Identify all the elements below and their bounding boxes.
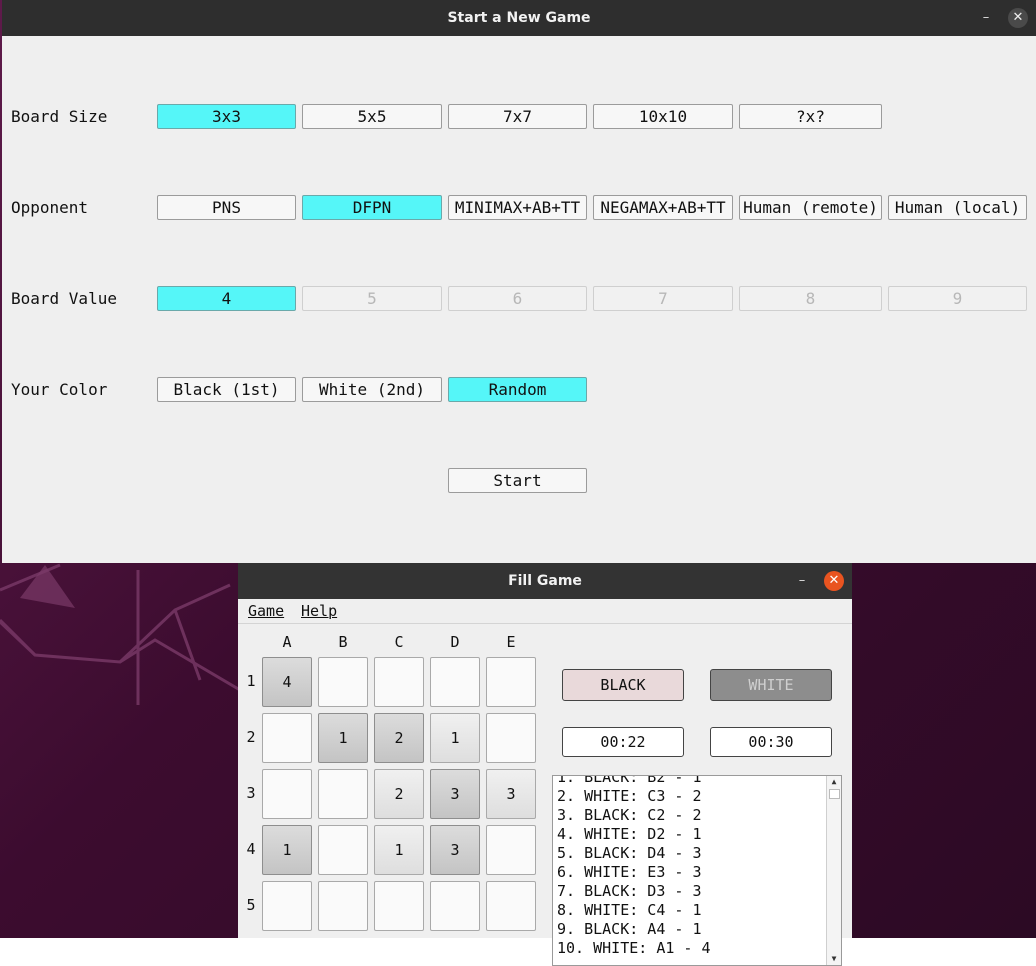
row-header: 4 bbox=[246, 840, 256, 858]
move-entry: 2. WHITE: C3 - 2 bbox=[557, 787, 702, 805]
board-cell-A2[interactable] bbox=[262, 713, 312, 763]
column-header: A bbox=[282, 633, 292, 651]
board-cell-B2[interactable]: 1 bbox=[318, 713, 368, 763]
move-log-scrollbar[interactable]: ▲ ▼ bbox=[826, 776, 841, 965]
opponent-option-2[interactable]: MINIMAX+AB+TT bbox=[448, 195, 587, 220]
window-title: Start a New Game bbox=[447, 10, 591, 26]
move-log[interactable]: 1. BLACK: B2 - 1 2. WHITE: C3 - 2 3. BLACK… bbox=[552, 775, 842, 966]
board-cell-E3[interactable]: 3 bbox=[486, 769, 536, 819]
your-color-option-1[interactable]: White (2nd) bbox=[302, 377, 442, 402]
your-color-option-0[interactable]: Black (1st) bbox=[157, 377, 296, 402]
board-cell-A1[interactable]: 4 bbox=[262, 657, 312, 707]
start-button[interactable]: Start bbox=[448, 468, 587, 493]
black-player-indicator: BLACK bbox=[562, 669, 684, 701]
board-cell-B5[interactable] bbox=[318, 881, 368, 931]
board-value-option-3: 7 bbox=[593, 286, 733, 311]
white-player-indicator: WHITE bbox=[710, 669, 832, 701]
board-value-option-1: 5 bbox=[302, 286, 442, 311]
move-entry: 3. BLACK: C2 - 2 bbox=[557, 806, 702, 824]
close-button[interactable]: ✕ bbox=[1008, 8, 1028, 28]
board-cell-B3[interactable] bbox=[318, 769, 368, 819]
board-value-option-5: 9 bbox=[888, 286, 1027, 311]
menu-game[interactable]: Game bbox=[248, 602, 284, 620]
board-size-option-0[interactable]: 3x3 bbox=[157, 104, 296, 129]
opponent-option-3[interactable]: NEGAMAX+AB+TT bbox=[593, 195, 733, 220]
window-title: Fill Game bbox=[508, 573, 582, 589]
move-entry: 7. BLACK: D3 - 3 bbox=[557, 882, 702, 900]
board-cell-E4[interactable] bbox=[486, 825, 536, 875]
move-list: 1. BLACK: B2 - 1 2. WHITE: C3 - 2 3. BLACK… bbox=[557, 775, 711, 958]
fill-game-body: Game Help ABCDE142121323341135 BLACK WHI… bbox=[238, 599, 852, 966]
board-cell-E2[interactable] bbox=[486, 713, 536, 763]
move-entry: 8. WHITE: C4 - 1 bbox=[557, 901, 702, 919]
new-game-window: Start a New Game – ✕ Board Size Opponent… bbox=[2, 0, 1036, 563]
board-cell-C1[interactable] bbox=[374, 657, 424, 707]
board-size-option-3[interactable]: 10x10 bbox=[593, 104, 733, 129]
board-value-option-4: 8 bbox=[739, 286, 882, 311]
scroll-up-arrow-icon[interactable]: ▲ bbox=[827, 776, 841, 788]
move-entry: 9. BLACK: A4 - 1 bbox=[557, 920, 702, 938]
title-bar: Fill Game – ✕ bbox=[238, 563, 852, 599]
board-cell-C5[interactable] bbox=[374, 881, 424, 931]
your-color-option-2[interactable]: Random bbox=[448, 377, 587, 402]
opponent-option-0[interactable]: PNS bbox=[157, 195, 296, 220]
menu-help[interactable]: Help bbox=[301, 602, 337, 620]
fill-game-window: Fill Game – ✕ Game Help ABCDE14212132334… bbox=[238, 563, 852, 966]
title-bar: Start a New Game – ✕ bbox=[2, 0, 1036, 36]
menu-bar: Game Help bbox=[238, 599, 852, 624]
board-cell-D2[interactable]: 1 bbox=[430, 713, 480, 763]
board-size-option-2[interactable]: 7x7 bbox=[448, 104, 587, 129]
opponent-option-4[interactable]: Human (remote) bbox=[739, 195, 882, 220]
opponent-option-1[interactable]: DFPN bbox=[302, 195, 442, 220]
wallpaper-pattern bbox=[0, 563, 240, 705]
row-header: 3 bbox=[246, 784, 256, 802]
new-game-form: Board Size Opponent Board Value Your Col… bbox=[2, 37, 1036, 563]
board-cell-A4[interactable]: 1 bbox=[262, 825, 312, 875]
move-entry: 1. BLACK: B2 - 1 bbox=[557, 775, 702, 786]
column-header: B bbox=[338, 633, 348, 651]
scroll-thumb[interactable] bbox=[829, 789, 840, 799]
board-size-option-4[interactable]: ?x? bbox=[739, 104, 882, 129]
scroll-down-arrow-icon[interactable]: ▼ bbox=[827, 953, 841, 965]
board-cell-D1[interactable] bbox=[430, 657, 480, 707]
move-entry: 10. WHITE: A1 - 4 bbox=[557, 939, 711, 957]
board-cell-C4[interactable]: 1 bbox=[374, 825, 424, 875]
board-cell-A5[interactable] bbox=[262, 881, 312, 931]
board-cell-C3[interactable]: 2 bbox=[374, 769, 424, 819]
move-entry: 4. WHITE: D2 - 1 bbox=[557, 825, 702, 843]
opponent-label: Opponent bbox=[11, 198, 89, 217]
row-header: 2 bbox=[246, 728, 256, 746]
board-value-label: Board Value bbox=[11, 289, 117, 308]
minimize-button[interactable]: – bbox=[976, 8, 996, 28]
move-entry: 6. WHITE: E3 - 3 bbox=[557, 863, 702, 881]
board-cell-A3[interactable] bbox=[262, 769, 312, 819]
board-size-label: Board Size bbox=[11, 107, 108, 126]
board-cell-E1[interactable] bbox=[486, 657, 536, 707]
move-entry: 5. BLACK: D4 - 3 bbox=[557, 844, 702, 862]
board-size-option-1[interactable]: 5x5 bbox=[302, 104, 442, 129]
minimize-button[interactable]: – bbox=[792, 571, 812, 591]
row-header: 5 bbox=[246, 896, 256, 914]
column-header: D bbox=[450, 633, 460, 651]
board-cell-D5[interactable] bbox=[430, 881, 480, 931]
board-cell-B1[interactable] bbox=[318, 657, 368, 707]
column-header: C bbox=[394, 633, 404, 651]
board-cell-B4[interactable] bbox=[318, 825, 368, 875]
board-value-option-0[interactable]: 4 bbox=[157, 286, 296, 311]
column-header: E bbox=[506, 633, 516, 651]
opponent-option-5[interactable]: Human (local) bbox=[888, 195, 1027, 220]
black-timer: 00:22 bbox=[562, 727, 684, 757]
board-cell-D4[interactable]: 3 bbox=[430, 825, 480, 875]
close-button[interactable]: ✕ bbox=[824, 571, 844, 591]
your-color-label: Your Color bbox=[11, 380, 108, 399]
board-cell-E5[interactable] bbox=[486, 881, 536, 931]
row-header: 1 bbox=[246, 672, 256, 690]
board-cell-D3[interactable]: 3 bbox=[430, 769, 480, 819]
board-cell-C2[interactable]: 2 bbox=[374, 713, 424, 763]
white-timer: 00:30 bbox=[710, 727, 832, 757]
board-value-option-2: 6 bbox=[448, 286, 587, 311]
